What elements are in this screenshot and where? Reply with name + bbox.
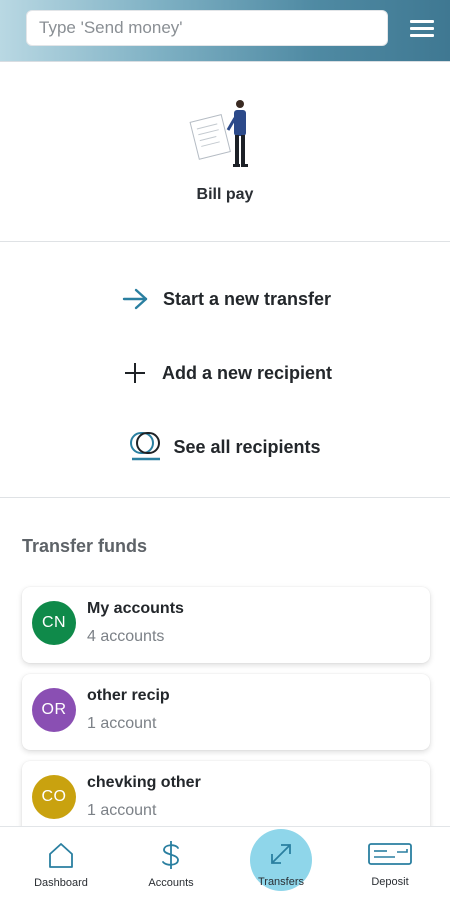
search-input[interactable]	[26, 10, 388, 46]
check-deposit-icon	[366, 838, 414, 870]
recipient-title: chevking other	[87, 774, 201, 791]
avatar: CO	[32, 775, 76, 819]
start-new-transfer-button[interactable]: Start a new transfer	[0, 279, 450, 319]
start-new-transfer-label: Start a new transfer	[162, 288, 332, 309]
see-all-recipients-label: See all recipients	[173, 436, 321, 457]
nav-accounts-label: Accounts	[148, 877, 194, 889]
bill-pay-illustration-icon	[189, 100, 248, 167]
recipients-coins-icon	[129, 432, 163, 462]
recipient-account-count: 1 account	[87, 715, 157, 732]
nav-accounts[interactable]: Accounts	[115, 827, 227, 900]
nav-dashboard-label: Dashboard	[34, 877, 88, 889]
nav-transfers-label: Transfers	[257, 876, 305, 888]
avatar: OR	[32, 688, 76, 732]
top-bar	[0, 0, 450, 62]
add-new-recipient-button[interactable]: Add a new recipient	[0, 353, 450, 393]
bill-pay-label: Bill pay	[196, 186, 254, 203]
nav-deposit[interactable]: Deposit	[334, 826, 446, 900]
nav-deposit-label: Deposit	[371, 876, 409, 888]
dollar-icon	[151, 839, 191, 871]
recipient-title: My accounts	[87, 600, 184, 617]
arrow-right-icon	[119, 284, 153, 314]
nav-dashboard[interactable]: Dashboard	[5, 827, 117, 900]
recipient-card[interactable]: OR other recip 1 account	[22, 674, 430, 750]
transfer-funds-heading: Transfer funds	[22, 536, 148, 556]
home-icon	[41, 839, 81, 871]
bill-pay-tile[interactable]: Bill pay	[0, 62, 450, 242]
see-all-recipients-button[interactable]: See all recipients	[0, 427, 450, 467]
transfer-arrows-icon	[261, 838, 301, 870]
nav-transfers[interactable]: Transfers	[225, 826, 337, 900]
recipient-account-count: 4 accounts	[87, 628, 165, 645]
add-new-recipient-label: Add a new recipient	[161, 362, 333, 383]
recipient-title: other recip	[87, 687, 170, 704]
avatar: CN	[32, 601, 76, 645]
recipient-card[interactable]: CN My accounts 4 accounts	[22, 587, 430, 663]
transfer-actions: Start a new transfer Add a new recipient…	[0, 242, 450, 498]
plus-icon	[118, 358, 152, 388]
recipient-account-count: 1 account	[87, 802, 157, 819]
hamburger-menu-icon[interactable]	[410, 20, 434, 40]
